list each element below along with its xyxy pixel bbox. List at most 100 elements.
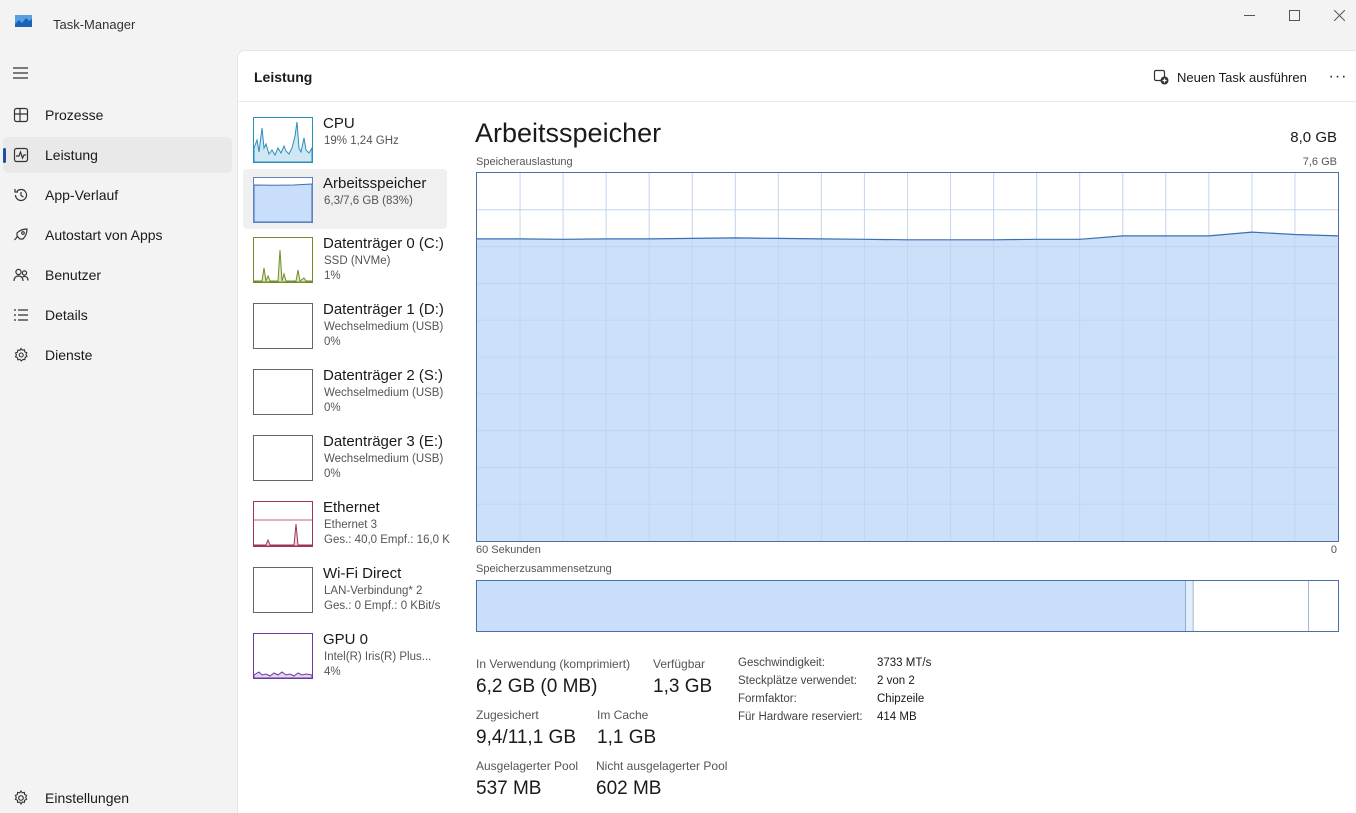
resource-detail-2: 4% [324,666,341,678]
services-icon [14,347,28,362]
available-label: Verfügbar [653,657,706,671]
sidebar-item-details[interactable]: Details [3,297,232,333]
resource-item-wifi-direct[interactable]: Wi-Fi Direct LAN-Verbindung* 2 Ges.: 0 E… [243,559,447,619]
nonpaged-pool-value: 602 MB [596,778,662,799]
disk-0-mini-graph [254,249,312,282]
task-manager-logo-icon [15,15,32,27]
memory-usage-chart [476,172,1339,542]
memory-title: Arbeitsspeicher [475,118,662,148]
gear-icon [14,790,28,806]
memory-mini-graph [254,183,312,222]
run-new-task-label: Neuen Task ausführen [1177,69,1307,85]
in-use-value: 6,2 GB (0 MB) [476,676,598,697]
resource-detail: SSD (NVMe) [324,255,391,267]
committed-label: Zugesichert [476,708,539,722]
memory-usage-plot [477,173,1338,541]
disk-3-thumbnail-graph [253,435,313,481]
sidebar-item-label: Details [45,307,88,323]
resource-item-cpu[interactable]: CPU 19% 1,24 GHz [243,109,447,169]
composition-free-segment [1308,581,1338,631]
resource-detail-2: Ges.: 0 Empf.: 0 KBit/s [324,600,441,612]
disk-2-thumbnail-graph [253,369,313,415]
resource-detail-2: 0% [324,336,341,348]
gpu-0-mini-graph [254,671,312,678]
resource-detail: 6,3/7,6 GB (83%) [324,195,413,207]
resource-item-disk-0[interactable]: Datenträger 0 (C:) SSD (NVMe) 1% [243,229,447,289]
sidebar-item-processes[interactable]: Prozesse [3,97,232,133]
sidebar-item-services[interactable]: Dienste [3,337,232,373]
sidebar-item-label: Benutzer [45,267,102,283]
sidebar: Prozesse Leistung App-Verlauf Autostart … [0,50,237,813]
available-value: 1,3 GB [653,676,713,697]
form-factor-label: Formfaktor: [738,693,797,705]
resource-item-disk-1[interactable]: Datenträger 1 (D:) Wechselmedium (USB) 0… [243,295,447,355]
composition-standby-segment [1193,581,1309,631]
sidebar-item-settings[interactable]: Einstellungen [3,780,232,813]
close-button[interactable] [1316,0,1356,30]
hardware-reserved-label: Für Hardware reserviert: [738,711,863,723]
resource-detail: Wechselmedium (USB) [324,453,444,465]
run-new-task-button[interactable]: Neuen Task ausführen [1153,66,1307,88]
x-axis-left-label: 60 Sekunden [476,544,541,556]
composition-caption: Speicherzusammensetzung [476,563,612,575]
resource-item-disk-2[interactable]: Datenträger 2 (S:) Wechselmedium (USB) 0… [243,361,447,421]
ethernet-thumbnail-graph [253,501,313,547]
history-icon [14,188,28,202]
resource-name: Ethernet [323,499,380,516]
resource-detail-2: 1% [324,270,341,282]
resource-name: Arbeitsspeicher [323,175,427,192]
resource-name: Datenträger 3 (E:) [323,433,444,450]
sidebar-item-label: Dienste [45,347,93,363]
startup-icon [14,228,28,241]
resource-item-gpu-0[interactable]: GPU 0 Intel(R) Iris(R) Plus... 4% [243,625,447,685]
committed-value: 9,4/11,1 GB [476,727,576,748]
paged-pool-value: 537 MB [476,778,542,799]
composition-modified-segment [1185,581,1194,631]
cpu-mini-graph [254,121,312,162]
page-header: Leistung Neuen Task ausführen ··· [238,51,1356,102]
hamburger-menu-icon[interactable] [12,66,30,80]
users-icon [13,268,29,282]
hardware-reserved-value: 414 MB [877,711,917,723]
sidebar-item-app-history[interactable]: App-Verlauf [3,177,232,213]
form-factor-value: Chipzeile [877,693,925,705]
slots-value: 2 von 2 [877,675,915,687]
wifi-direct-thumbnail-graph [253,567,313,613]
details-icon [14,309,28,321]
resource-item-disk-3[interactable]: Datenträger 3 (E:) Wechselmedium (USB) 0… [243,427,447,487]
resource-name: GPU 0 [323,631,369,648]
sidebar-item-label: Prozesse [45,107,104,123]
minimize-button[interactable] [1226,0,1272,30]
sidebar-item-label: Leistung [45,147,98,163]
sidebar-item-startup-apps[interactable]: Autostart von Apps [3,217,232,253]
window-title: Task-Manager [53,17,136,32]
page-title: Leistung [254,69,313,85]
memory-detail-pane: Arbeitsspeicher 8,0 GB Speicherauslastun… [475,102,1355,812]
resource-detail: Ethernet 3 [324,519,378,531]
memory-composition-plot [477,581,1338,631]
speed-value: 3733 MT/s [877,657,932,669]
maximize-button[interactable] [1271,0,1317,30]
usage-caption: Speicherauslastung [476,156,573,168]
x-axis-right-label: 0 [1330,544,1337,556]
processes-icon [13,107,29,123]
resource-item-memory[interactable]: Arbeitsspeicher 6,3/7,6 GB (83%) [243,169,447,229]
memory-total: 8,0 GB [1290,129,1337,146]
resource-detail: Wechselmedium (USB) [324,321,444,333]
new-task-icon [1153,69,1169,85]
sidebar-item-performance[interactable]: Leistung [3,137,232,173]
resource-detail: Intel(R) Iris(R) Plus... [324,651,432,663]
resource-name: Datenträger 1 (D:) [323,301,444,318]
resource-name: CPU [323,115,355,132]
resource-name: Wi-Fi Direct [323,565,402,582]
minimize-icon [1243,14,1255,16]
resource-detail-2: 0% [324,468,341,480]
resource-item-ethernet[interactable]: Ethernet Ethernet 3 Ges.: 40,0 Empf.: 16… [243,493,450,553]
resource-detail-2: Ges.: 40,0 Empf.: 16,0 KI [324,534,450,546]
speed-label: Geschwindigkeit: [738,657,825,669]
more-options-button[interactable]: ··· [1326,66,1350,88]
sidebar-item-label: Autostart von Apps [45,227,163,243]
sidebar-item-users[interactable]: Benutzer [3,257,232,293]
resource-name: Datenträger 0 (C:) [323,235,444,252]
sidebar-item-label: App-Verlauf [45,187,119,203]
